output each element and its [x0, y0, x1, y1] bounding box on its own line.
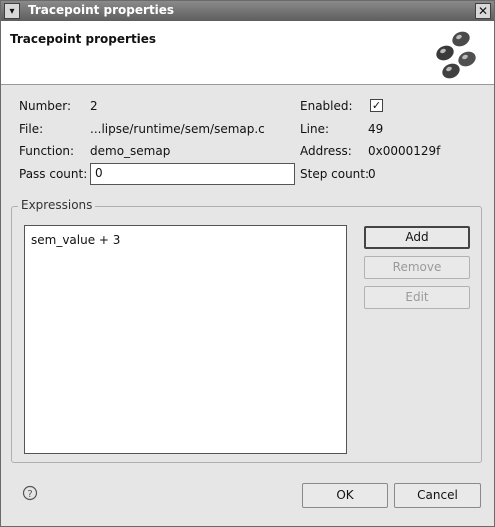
tracepoint-properties-dialog: ▾ Tracepoint properties ✕ Tracepoint pro…	[0, 0, 495, 527]
enabled-label: Enabled:	[300, 99, 353, 113]
check-icon: ✓	[371, 99, 382, 112]
number-label: Number:	[19, 99, 72, 113]
close-button[interactable]: ✕	[475, 3, 491, 19]
banner-title: Tracepoint properties	[10, 32, 157, 46]
svg-text:?: ?	[27, 489, 32, 500]
expressions-list[interactable]: sem_value + 3	[24, 225, 347, 454]
chevron-down-icon: ▾	[9, 6, 15, 17]
title-bar: ▾ Tracepoint properties ✕	[1, 1, 494, 21]
help-icon[interactable]: ?	[22, 485, 38, 501]
pass-count-label: Pass count:	[19, 167, 88, 181]
add-button[interactable]: Add	[364, 226, 470, 249]
file-label: File:	[19, 122, 44, 136]
tracepoint-icon	[436, 31, 476, 79]
line-label: Line:	[300, 122, 330, 136]
function-value: demo_semap	[90, 144, 171, 158]
close-icon: ✕	[477, 4, 489, 18]
file-value: ...lipse/runtime/sem/semap.c	[90, 122, 265, 136]
dialog-banner: Tracepoint properties	[1, 21, 494, 85]
enabled-checkbox[interactable]: ✓	[370, 99, 383, 112]
line-value: 49	[368, 122, 384, 136]
step-count-value: 0	[368, 167, 376, 181]
edit-button[interactable]: Edit	[364, 286, 470, 309]
ok-button[interactable]: OK	[302, 483, 388, 508]
address-value: 0x0000129f	[368, 144, 441, 158]
number-value: 2	[90, 99, 98, 113]
pass-count-value: 0	[95, 166, 103, 180]
list-item[interactable]: sem_value + 3	[31, 233, 120, 247]
address-label: Address:	[300, 144, 352, 158]
step-count-label: Step count:	[300, 167, 370, 181]
function-label: Function:	[19, 144, 75, 158]
cancel-button[interactable]: Cancel	[394, 483, 481, 508]
remove-button[interactable]: Remove	[364, 256, 470, 279]
expressions-group-label: Expressions	[18, 198, 96, 212]
window-menu-button[interactable]: ▾	[4, 3, 20, 19]
window-title: Tracepoint properties	[28, 3, 175, 17]
pass-count-input[interactable]: 0	[90, 163, 295, 185]
